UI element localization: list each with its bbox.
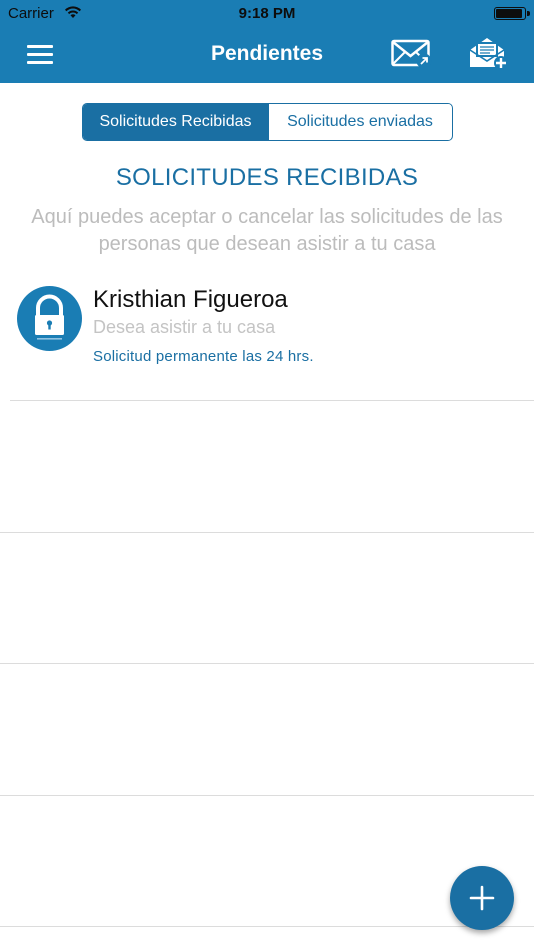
battery-level bbox=[496, 9, 522, 18]
request-detail: Solicitud permanente las 24 hrs. bbox=[93, 348, 314, 365]
row-divider bbox=[0, 795, 534, 796]
tab-solicitudes-enviadas[interactable]: Solicitudes enviadas bbox=[268, 104, 451, 140]
request-subtitle: Desea asistir a tu casa bbox=[93, 317, 276, 337]
hamburger-menu-icon[interactable] bbox=[27, 42, 55, 66]
mail-sent-icon[interactable] bbox=[391, 38, 433, 75]
plus-icon bbox=[469, 885, 495, 911]
tab-solicitudes-recibidas[interactable]: Solicitudes Recibidas bbox=[83, 104, 268, 140]
section-title: SOLICITUDES RECIBIDAS bbox=[115, 164, 419, 191]
status-bar: Carrier 9:18 PM bbox=[0, 0, 534, 28]
add-button[interactable] bbox=[450, 866, 514, 930]
page-title: Pendientes bbox=[210, 42, 324, 65]
nav-bar: Pendientes bbox=[0, 28, 534, 83]
section-description: Aquí puedes aceptar o cancelar las solic… bbox=[31, 206, 503, 255]
mail-add-icon[interactable] bbox=[468, 36, 510, 77]
status-time: 9:18 PM bbox=[238, 5, 296, 22]
request-list-item[interactable]: Kristhian Figueroa Desea asistir a tu ca… bbox=[0, 280, 534, 400]
requester-name: Kristhian Figueroa bbox=[93, 286, 288, 313]
row-divider bbox=[0, 532, 534, 533]
battery-icon bbox=[494, 7, 530, 20]
lock-logo-icon bbox=[17, 286, 82, 351]
requests-segmented-control: Solicitudes Recibidas Solicitudes enviad… bbox=[82, 103, 453, 141]
row-divider bbox=[0, 663, 534, 664]
row-divider bbox=[10, 400, 534, 401]
